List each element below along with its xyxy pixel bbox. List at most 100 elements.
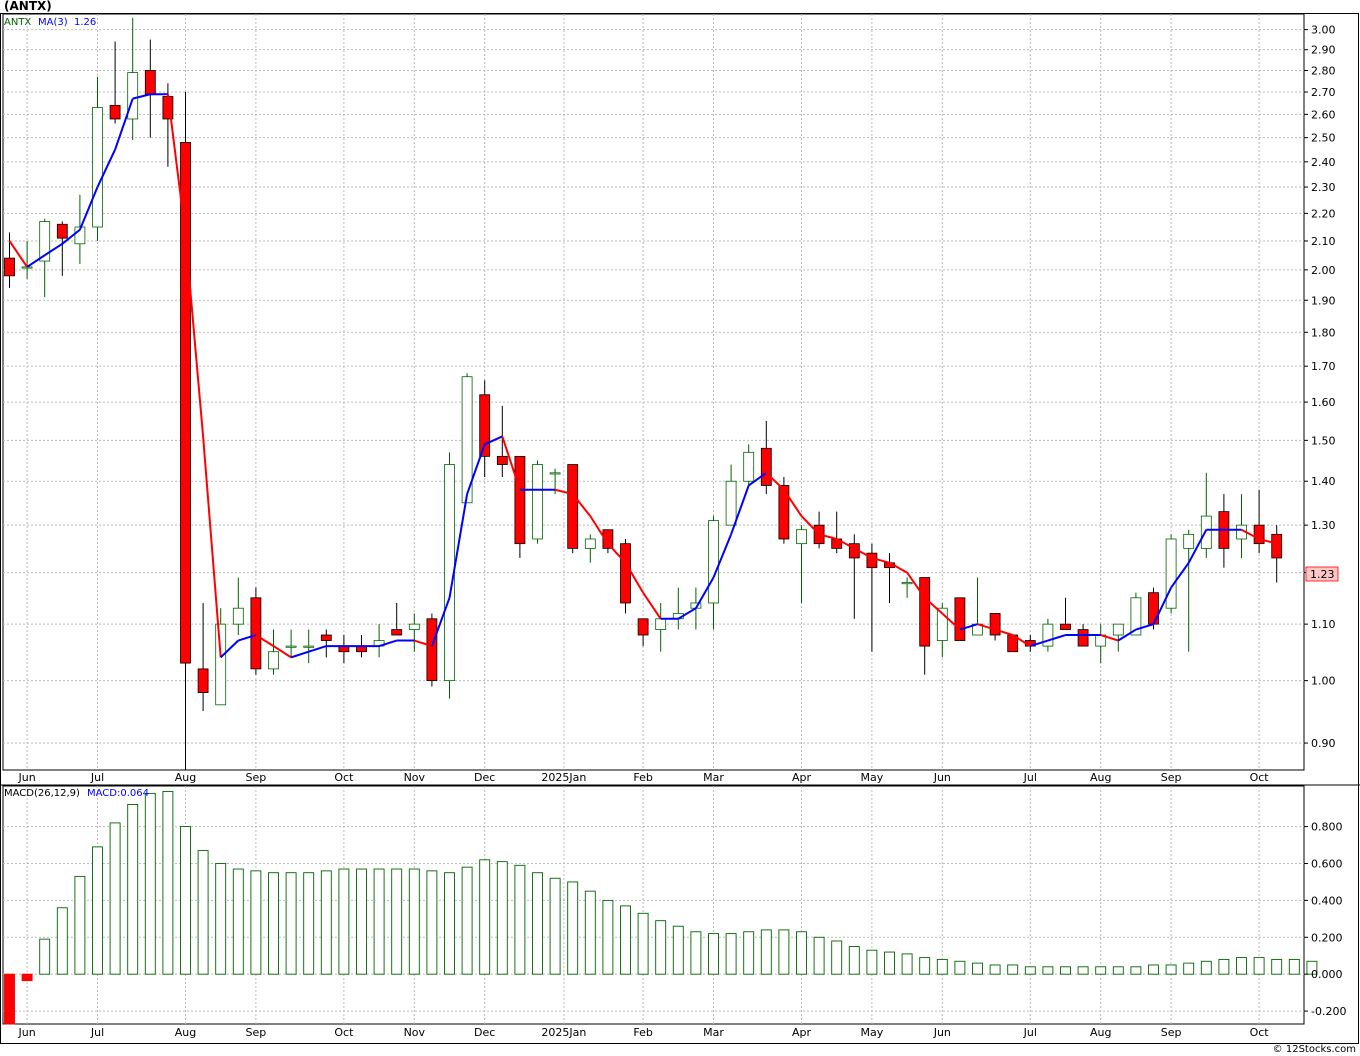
macd-bar bbox=[813, 936, 825, 975]
macd-bar bbox=[1112, 966, 1124, 975]
macd-bar bbox=[408, 868, 420, 975]
macd-bar bbox=[391, 868, 403, 975]
macd-x-tick-label: Mar bbox=[703, 1026, 724, 1039]
candle-body bbox=[180, 141, 191, 664]
macd-bar bbox=[1077, 966, 1089, 975]
macd-label: MACD(26,12,9) bbox=[4, 788, 80, 799]
y-tick-label: 1.90 bbox=[1311, 294, 1336, 307]
macd-bar bbox=[250, 870, 262, 975]
macd-x-tick-label: Aug bbox=[175, 1026, 196, 1039]
candle-body bbox=[796, 529, 807, 545]
candle-body bbox=[144, 70, 156, 95]
candle-body bbox=[426, 618, 438, 682]
macd-bar bbox=[1271, 958, 1283, 975]
macd-bar bbox=[180, 826, 191, 975]
macd-bar bbox=[514, 864, 526, 975]
x-tick-label: Oct bbox=[334, 771, 354, 784]
macd-y-tick-label: -0.200 bbox=[1311, 1005, 1346, 1018]
macd-bar bbox=[56, 907, 68, 975]
legend-ma-value: 1.26 bbox=[74, 17, 96, 28]
candle-body bbox=[1165, 538, 1177, 609]
watermark: © 12Stocks.com bbox=[1273, 1044, 1356, 1055]
macd-bar bbox=[549, 877, 561, 975]
macd-bar bbox=[144, 792, 156, 975]
macd-x-tick-label: Jun bbox=[933, 1026, 951, 1039]
candle-body bbox=[1148, 592, 1159, 625]
macd-bar bbox=[1024, 966, 1036, 975]
candle-body bbox=[303, 645, 315, 648]
last-price-tag: 1.23 bbox=[1305, 566, 1339, 582]
candle-body bbox=[1060, 623, 1071, 630]
macd-bar bbox=[1165, 964, 1177, 975]
macd-bar bbox=[1253, 957, 1265, 975]
candle-body bbox=[109, 104, 121, 120]
candle-body bbox=[127, 72, 139, 120]
macd-bar bbox=[848, 946, 860, 975]
macd-bar bbox=[743, 931, 755, 975]
candle-body bbox=[21, 266, 33, 269]
macd-bar bbox=[602, 899, 614, 975]
macd-bar bbox=[92, 846, 103, 975]
x-tick-label: Dec bbox=[474, 771, 495, 784]
candle-body bbox=[250, 597, 262, 670]
y-tick-label: 2.20 bbox=[1311, 207, 1336, 220]
y-tick-label: 1.50 bbox=[1311, 434, 1336, 447]
macd-bar bbox=[884, 951, 895, 975]
candle bbox=[1165, 534, 1177, 614]
y-tick-label: 0.90 bbox=[1311, 737, 1336, 750]
y-tick-label: 1.00 bbox=[1311, 675, 1336, 688]
macd-bar bbox=[637, 912, 649, 975]
macd-bar bbox=[919, 957, 931, 975]
x-tick-label: Jul bbox=[1023, 771, 1037, 784]
x-tick-label: Nov bbox=[404, 771, 426, 784]
y-tick-label: 2.70 bbox=[1311, 86, 1336, 99]
candle bbox=[567, 464, 579, 554]
candle-body bbox=[268, 651, 279, 670]
chart-title: (ANTX) bbox=[4, 0, 52, 13]
candle bbox=[954, 597, 966, 641]
macd-x-tick-label: Nov bbox=[404, 1026, 426, 1039]
macd-y-tick-label: 0.600 bbox=[1311, 857, 1343, 870]
macd-bar bbox=[1095, 966, 1107, 975]
candle-body bbox=[197, 668, 209, 693]
macd-bar bbox=[760, 929, 772, 975]
macd-bar bbox=[1183, 962, 1195, 975]
stock-chart: Jun Jun Jul Jul Aug Aug Sep Sep Oct Oct Nov Nov Dec D… bbox=[0, 0, 1360, 1055]
y-tick-label: 2.10 bbox=[1311, 235, 1336, 248]
macd-bar bbox=[197, 850, 209, 975]
x-tick-label: Apr bbox=[792, 771, 812, 784]
macd-bar bbox=[215, 863, 227, 975]
macd-bar bbox=[972, 962, 983, 975]
macd-bar bbox=[74, 875, 86, 975]
y-tick-label: 1.30 bbox=[1311, 519, 1336, 532]
candle-body bbox=[1200, 515, 1212, 549]
macd-y-tick-label: 0.800 bbox=[1311, 821, 1343, 834]
macd-bar bbox=[1060, 966, 1071, 975]
macd-bar bbox=[584, 890, 596, 975]
macd-x-tick-label: Oct bbox=[1250, 1026, 1270, 1039]
macd-x-tick-label: Jul bbox=[1023, 1026, 1037, 1039]
candle-body bbox=[989, 613, 1001, 636]
candle-body bbox=[56, 223, 68, 239]
x-tick-label: 2025Jan bbox=[541, 771, 586, 784]
macd-bar bbox=[4, 973, 15, 1025]
macd-bar bbox=[109, 822, 121, 975]
y-tick-label: 3.00 bbox=[1311, 24, 1336, 37]
macd-bar bbox=[356, 868, 367, 975]
macd-x-tick-label: Dec bbox=[474, 1026, 495, 1039]
macd-bar bbox=[127, 803, 139, 975]
macd-bar bbox=[831, 940, 843, 975]
candle bbox=[514, 455, 526, 558]
macd-bar bbox=[1148, 964, 1159, 975]
candle-body bbox=[514, 455, 526, 545]
x-tick-label: Jul bbox=[90, 771, 104, 784]
candle-body bbox=[4, 257, 15, 277]
y-tick-label: 1.60 bbox=[1311, 396, 1336, 409]
candle-body bbox=[708, 520, 719, 604]
y-tick-label: 2.30 bbox=[1311, 181, 1336, 194]
macd-bar bbox=[426, 870, 438, 975]
candle-body bbox=[1112, 623, 1124, 636]
candle-body bbox=[1077, 629, 1089, 647]
y-tick-label: 1.40 bbox=[1311, 475, 1336, 488]
candle-body bbox=[320, 634, 332, 641]
